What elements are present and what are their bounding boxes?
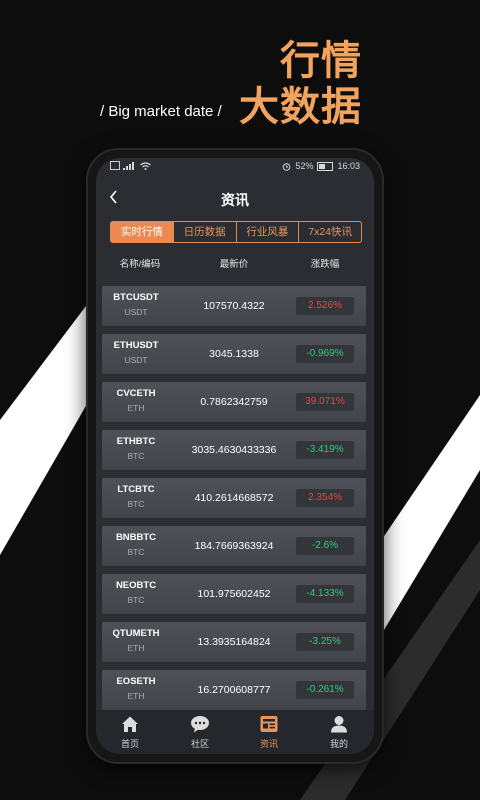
last-price: 0.7862342759 [200, 396, 268, 408]
quote-row[interactable]: CVCETH ETH 0.7862342759 39.071% [102, 382, 366, 422]
quote-currency: BTC [127, 451, 145, 461]
status-left [110, 161, 151, 170]
bottom-nav: 首页 社区 资讯 我的 [96, 710, 374, 754]
phone-frame: 52% 16:03 资讯 实时行情 日历数据 行业风暴 7x24快讯 名称/编码… [88, 150, 382, 762]
tab-calendar-data[interactable]: 日历数据 [174, 222, 237, 242]
column-change-header: 涨跌幅 [310, 259, 340, 270]
nav-news[interactable]: 资讯 [244, 715, 294, 750]
quote-row[interactable]: ETHBTC BTC 3035.4630433336 -3.419% [102, 430, 366, 470]
pair-symbol: QTUMETH [112, 628, 160, 639]
user-icon [331, 716, 347, 733]
chat-bubble-icon [191, 716, 209, 733]
status-bar: 52% 16:03 [96, 158, 374, 176]
quote-currency: USDT [124, 307, 148, 317]
pair-symbol: BTCUSDT [113, 292, 159, 303]
page-title: 资讯 [221, 192, 249, 208]
change-badge: -3.419% [296, 441, 354, 459]
pair-symbol: LTCBTC [117, 484, 155, 495]
table-header: 名称/编码 最新价 涨跌幅 [96, 256, 374, 270]
change-badge: 2.354% [296, 489, 354, 507]
nav-bar: 资讯 [96, 182, 374, 216]
column-price-header: 最新价 [219, 259, 249, 270]
promo-headline: 行情 大数据 [239, 38, 362, 130]
pair-symbol: BNBBTC [115, 532, 157, 543]
change-badge: -0.969% [296, 345, 354, 363]
quote-row[interactable]: NEOBTC BTC 101.975602452 -4.133% [102, 574, 366, 614]
tab-industry-storm[interactable]: 行业风暴 [237, 222, 300, 242]
quote-currency: USDT [124, 355, 148, 365]
pair-symbol: NEOBTC [115, 580, 157, 591]
column-name-header: 名称/编码 [119, 259, 161, 270]
pair-symbol: ETHBTC [116, 436, 156, 447]
battery-percent: 52% [295, 161, 314, 171]
nav-news-label: 资讯 [259, 739, 278, 749]
nav-home-label: 首页 [120, 739, 139, 749]
quote-row[interactable]: EOSETH ETH 16.2700608777 -0.261% [102, 670, 366, 710]
quote-currency: BTC [127, 595, 145, 605]
status-right: 52% 16:03 [282, 161, 360, 171]
nav-profile[interactable]: 我的 [314, 715, 364, 750]
home-icon [122, 716, 138, 732]
change-badge: -0.261% [296, 681, 354, 699]
status-time: 16:03 [337, 161, 360, 171]
nav-community[interactable]: 社区 [175, 715, 225, 750]
nav-home[interactable]: 首页 [105, 715, 155, 750]
quote-row[interactable]: BNBBTC BTC 184.7669363924 -2.6% [102, 526, 366, 566]
hd-icon [110, 161, 120, 170]
change-badge: 2.526% [296, 297, 354, 315]
signal-icon [123, 161, 134, 170]
tab-24h-news[interactable]: 7x24快讯 [299, 222, 361, 242]
news-icon [260, 716, 278, 732]
pair-symbol: CVCETH [116, 388, 156, 399]
last-price: 410.2614668572 [194, 492, 274, 504]
quote-row[interactable]: ETHUSDT USDT 3045.1338 -0.969% [102, 334, 366, 374]
change-badge: -2.6% [296, 537, 354, 555]
quote-currency: BTC [127, 499, 145, 509]
last-price: 3035.4630433336 [191, 444, 277, 456]
last-price: 16.2700608777 [197, 684, 271, 696]
quote-currency: ETH [127, 403, 145, 413]
last-price: 13.3935164824 [197, 636, 271, 648]
promo-headline-line-2: 大数据 [239, 84, 362, 130]
change-badge: -3.25% [296, 633, 354, 651]
quote-currency: ETH [127, 691, 145, 701]
alarm-icon [283, 162, 291, 171]
last-price: 107570.4322 [203, 300, 265, 312]
wifi-icon [140, 161, 151, 170]
quote-row[interactable]: LTCBTC BTC 410.2614668572 2.354% [102, 478, 366, 518]
battery-icon [317, 161, 334, 171]
pair-symbol: ETHUSDT [113, 340, 159, 351]
quote-currency: BTC [127, 547, 145, 557]
last-price: 3045.1338 [209, 348, 259, 360]
nav-community-label: 社区 [190, 739, 209, 749]
change-badge: 39.071% [296, 393, 354, 411]
promo-headline-line-1: 行情 [280, 38, 362, 84]
quote-row[interactable]: QTUMETH ETH 13.3935164824 -3.25% [102, 622, 366, 662]
last-price: 101.975602452 [197, 588, 271, 600]
quote-currency: ETH [127, 643, 145, 653]
last-price: 184.7669363924 [194, 540, 274, 552]
promo-subtitle: / Big market date / [100, 103, 222, 120]
nav-profile-label: 我的 [329, 739, 348, 749]
pair-symbol: EOSETH [116, 676, 156, 687]
market-tabs: 实时行情 日历数据 行业风暴 7x24快讯 [110, 221, 362, 243]
change-badge: -4.133% [296, 585, 354, 603]
quote-row[interactable]: BTCUSDT USDT 107570.4322 2.526% [102, 286, 366, 326]
app-screen: 52% 16:03 资讯 实时行情 日历数据 行业风暴 7x24快讯 名称/编码… [96, 158, 374, 754]
tab-realtime-quotes[interactable]: 实时行情 [111, 222, 174, 242]
